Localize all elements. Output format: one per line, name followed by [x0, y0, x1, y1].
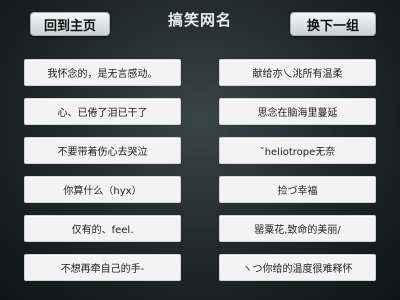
name-item[interactable]: ヽつ你给的温度很难释怀 — [219, 254, 376, 281]
name-item[interactable]: 你算什么（hyx） — [24, 176, 181, 203]
name-item[interactable]: 不要带着伤心去哭泣 — [24, 137, 181, 164]
name-item[interactable]: ˇheliotrope无奈 — [219, 137, 376, 164]
next-group-button[interactable]: 换下一组 — [290, 12, 376, 36]
name-item[interactable]: 捡づ幸福 — [219, 176, 376, 203]
name-item[interactable]: 罂粟花,致命的美丽/ — [219, 215, 376, 242]
name-item[interactable]: 仅有的、feel. — [24, 215, 181, 242]
home-button[interactable]: 回到主页 — [30, 12, 110, 36]
name-item[interactable]: 思念在脑海里蔓延 — [219, 98, 376, 125]
name-item[interactable]: 不想再牵自己的手- — [24, 254, 181, 281]
name-item[interactable]: 心、已倦了泪已干了 — [24, 98, 181, 125]
page-title: 搞笑网名 — [167, 11, 232, 29]
name-item[interactable]: 我怀念的，是无言感动。 — [24, 59, 181, 86]
name-item[interactable]: 献给亦乀洮所有温柔 — [219, 59, 376, 86]
